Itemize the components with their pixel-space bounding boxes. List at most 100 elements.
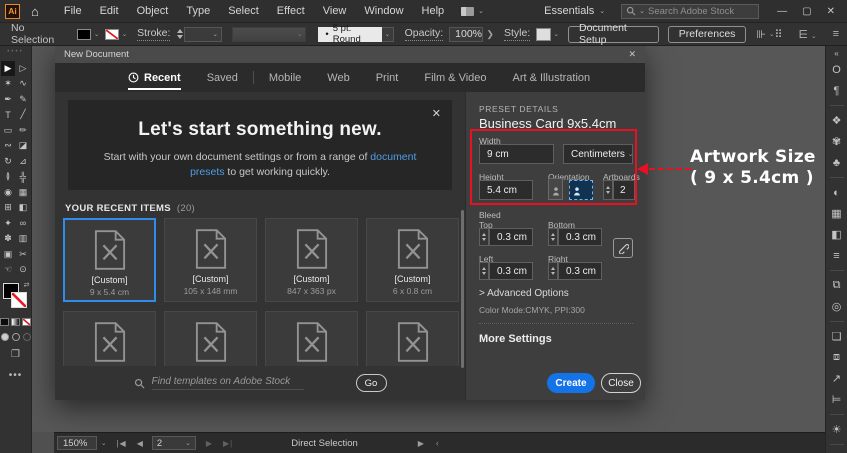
adobe-stock-search[interactable]: ⌄ bbox=[621, 4, 759, 19]
scale-tool[interactable]: ⊿ bbox=[16, 154, 30, 169]
chevron-down-icon[interactable]: ⌄ bbox=[122, 30, 127, 38]
workspace-layout-icon[interactable]: ⌄ bbox=[461, 7, 484, 16]
stroke-weight-label[interactable]: Stroke: bbox=[137, 27, 170, 41]
zoom-level[interactable]: 150% bbox=[57, 436, 97, 450]
fill-color-swatch[interactable] bbox=[77, 29, 90, 40]
zoom-tool[interactable]: ⊙ bbox=[16, 263, 30, 278]
bleed-bottom-stepper[interactable] bbox=[548, 228, 558, 246]
document-setup-button[interactable]: Document Setup bbox=[568, 26, 659, 43]
tab-recent[interactable]: Recent bbox=[128, 63, 181, 92]
width-input[interactable] bbox=[479, 144, 554, 164]
tab-web[interactable]: Web bbox=[327, 63, 349, 92]
close-dialog-button[interactable]: Close bbox=[601, 373, 641, 393]
tab-mobile[interactable]: Mobile bbox=[269, 63, 301, 92]
recent-item-card[interactable] bbox=[366, 311, 459, 366]
rotate-tool[interactable]: ↻ bbox=[1, 154, 15, 169]
paragraph-panel-icon[interactable]: ¶ bbox=[827, 81, 847, 100]
stroke-panel-icon[interactable]: ≡ bbox=[827, 246, 847, 265]
transparency-panel-icon[interactable]: ◎ bbox=[827, 297, 847, 316]
recent-item-card[interactable] bbox=[164, 311, 257, 366]
height-input[interactable] bbox=[479, 180, 533, 200]
recent-item-card[interactable] bbox=[63, 311, 156, 366]
column-graph-tool[interactable]: ▥ bbox=[16, 232, 30, 247]
lasso-tool[interactable]: ∿ bbox=[16, 77, 30, 92]
artboard-tool[interactable]: ▣ bbox=[1, 247, 15, 262]
orientation-landscape-button[interactable] bbox=[569, 180, 593, 200]
edit-toolbar-ellipsis[interactable]: ••• bbox=[0, 370, 31, 381]
bleed-bottom-input[interactable] bbox=[558, 228, 602, 246]
scroll-left-icon[interactable]: ‹ bbox=[436, 438, 439, 448]
template-search-input[interactable] bbox=[152, 376, 304, 390]
line-segment-tool[interactable]: ╱ bbox=[16, 108, 30, 123]
scrollbar-thumb[interactable] bbox=[461, 210, 464, 368]
none-button[interactable] bbox=[22, 318, 31, 326]
units-dropdown[interactable]: Centimeters⌄ bbox=[563, 144, 633, 164]
magic-wand-tool[interactable]: ✶ bbox=[1, 77, 15, 92]
menu-window[interactable]: Window bbox=[355, 5, 412, 17]
stroke-color-swatch[interactable] bbox=[105, 29, 118, 40]
rectangle-tool[interactable]: ▭ bbox=[1, 123, 15, 138]
selection-tool[interactable]: ▶ bbox=[1, 61, 15, 76]
maximize-button[interactable]: ▢ bbox=[802, 6, 811, 17]
tab-art-illustration[interactable]: Art & Illustration bbox=[513, 63, 591, 92]
menu-view[interactable]: View bbox=[314, 5, 356, 17]
tab-film-video[interactable]: Film & Video bbox=[424, 63, 486, 92]
curvature-tool[interactable]: ✎ bbox=[16, 92, 30, 107]
stroke-weight-stepper[interactable] bbox=[176, 29, 184, 39]
menu-select[interactable]: Select bbox=[219, 5, 268, 17]
orientation-portrait-button[interactable] bbox=[548, 178, 563, 200]
color-button[interactable] bbox=[0, 318, 9, 326]
hero-close-icon[interactable]: ✕ bbox=[432, 107, 441, 120]
bleed-link-button[interactable] bbox=[613, 238, 633, 258]
home-icon[interactable]: ⌂ bbox=[31, 5, 39, 18]
gradient-panel-icon[interactable]: ◧ bbox=[827, 225, 847, 244]
paintbrush-tool[interactable]: ✏ bbox=[16, 123, 30, 138]
status-expand-icon[interactable]: ▶ bbox=[418, 439, 424, 448]
symbols-panel-icon[interactable]: ♣ bbox=[827, 153, 847, 172]
width-tool[interactable]: ≬ bbox=[1, 170, 15, 185]
gradient-tool[interactable]: ◧ bbox=[16, 201, 30, 216]
pen-tool[interactable]: ✒ bbox=[1, 92, 15, 107]
artboards-input[interactable] bbox=[613, 180, 635, 200]
align-panel-icon[interactable]: ⊨ bbox=[827, 390, 847, 409]
type-tool[interactable]: T bbox=[1, 108, 15, 123]
menu-edit[interactable]: Edit bbox=[91, 5, 128, 17]
tab-print[interactable]: Print bbox=[376, 63, 399, 92]
graphic-style-swatch[interactable] bbox=[536, 28, 550, 41]
close-button[interactable]: ✕ bbox=[827, 6, 835, 17]
advanced-options-toggle[interactable]: > Advanced Options bbox=[479, 288, 569, 299]
screen-mode-icon[interactable]: ❐ bbox=[0, 349, 31, 360]
bleed-top-stepper[interactable] bbox=[479, 228, 489, 246]
layers-panel-icon[interactable]: ⧉ bbox=[827, 276, 847, 295]
first-artboard-icon[interactable]: |◀ bbox=[116, 439, 126, 448]
free-transform-tool[interactable]: ╬ bbox=[16, 170, 30, 185]
gradient-button[interactable] bbox=[11, 318, 20, 326]
opacity-label[interactable]: Opacity: bbox=[405, 27, 444, 41]
next-artboard-icon[interactable]: ▶ bbox=[206, 439, 213, 448]
workspace-switcher[interactable]: Essentials bbox=[544, 5, 594, 17]
brush-definition-dropdown[interactable]: •5 pt. Round bbox=[318, 27, 382, 42]
recent-item-card[interactable]: [Custom] 105 x 148 mm bbox=[164, 218, 257, 302]
shape-builder-tool[interactable]: ◉ bbox=[1, 185, 15, 200]
artboards-panel-icon[interactable]: ▦ bbox=[827, 204, 847, 223]
recent-item-card[interactable]: [Custom] 6 x 0.8 cm bbox=[366, 218, 459, 302]
perspective-grid-tool[interactable]: ▦ bbox=[16, 185, 30, 200]
shaper-tool[interactable]: ∾ bbox=[1, 139, 15, 154]
stroke-weight-dropdown[interactable]: ⌄ bbox=[184, 27, 222, 42]
previous-artboard-icon[interactable]: ◀ bbox=[137, 439, 144, 448]
recent-item-card[interactable]: [Custom] 9 x 5.4 cm bbox=[63, 218, 156, 302]
eraser-tool[interactable]: ◪ bbox=[16, 139, 30, 154]
expand-panels-icon[interactable]: « bbox=[834, 46, 838, 59]
tab-saved[interactable]: Saved bbox=[207, 63, 238, 92]
minimize-button[interactable]: — bbox=[777, 6, 787, 17]
bleed-right-stepper[interactable] bbox=[548, 262, 558, 280]
preferences-button[interactable]: Preferences bbox=[668, 26, 747, 43]
menu-object[interactable]: Object bbox=[128, 5, 178, 17]
style-label[interactable]: Style: bbox=[504, 27, 530, 41]
swap-fill-stroke-icon[interactable]: ⇄ bbox=[24, 281, 30, 289]
appearance-panel-icon[interactable]: O bbox=[827, 60, 847, 79]
stroke-proxy-swatch[interactable] bbox=[11, 292, 27, 308]
eyedropper-tool[interactable]: ✦ bbox=[1, 216, 15, 231]
symbol-sprayer-tool[interactable]: ✽ bbox=[1, 232, 15, 247]
draw-behind-mode[interactable] bbox=[12, 333, 20, 341]
